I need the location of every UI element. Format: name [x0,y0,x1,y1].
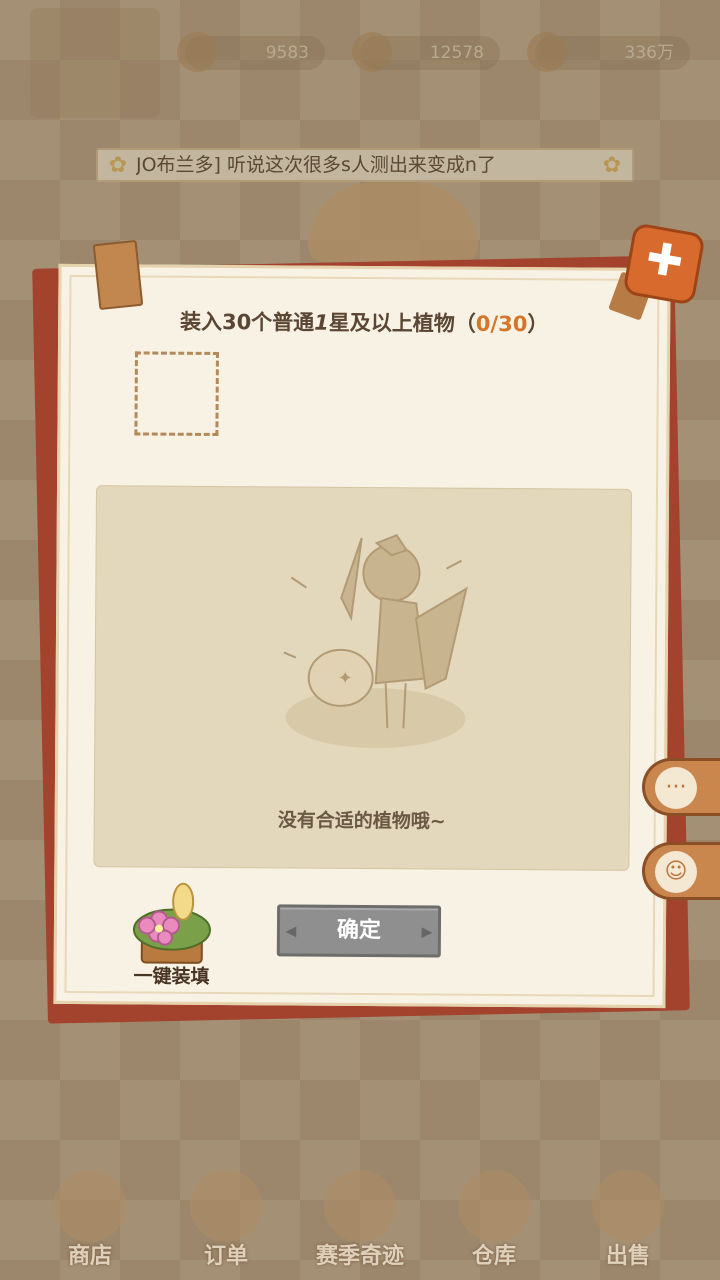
close-icon: ✚ [642,232,688,289]
zigzag-left-icon: ◀ [285,923,297,940]
seller-avatar-icon [592,1170,664,1242]
nav-warehouse[interactable]: 仓库 [434,1170,554,1270]
svg-text:✦: ✦ [338,668,353,689]
empty-message: 没有合适的植物哦~ [277,809,446,833]
bottom-nav: 商店 订单 赛季奇迹 仓库 出售 [0,1160,720,1280]
warehouse-icon [458,1170,530,1242]
chat-bubble-icon: ··· [655,767,697,809]
confirm-button[interactable]: ◀ 确定 ▶ [276,904,442,958]
chat-side-button[interactable]: ··· [642,758,720,816]
mascot-icon: ☺ [655,851,697,893]
empty-plant-slot[interactable] [134,351,219,436]
mascot-side-button[interactable]: ☺ [642,842,720,900]
lucky-cat-icon [54,1170,126,1242]
fill-plants-dialog: 装入30个普通1星及以上植物（0/30） ✦ 没有合适的植物哦~ 一键装填 ◀ … [53,263,671,1009]
nav-orders[interactable]: 订单 [166,1170,286,1270]
nav-shop[interactable]: 商店 [30,1170,150,1270]
empty-character-illustration: ✦ [283,534,468,749]
zigzag-right-icon: ▶ [421,924,433,941]
fill-count: 0/30 [475,311,528,337]
nav-season[interactable]: 赛季奇迹 [290,1170,430,1270]
season-burger-icon [324,1170,396,1242]
flower-basket-icon [132,882,211,964]
wood-tag-decoration [92,239,144,311]
dialog-title: 装入30个普通1星及以上植物（0/30） [179,309,549,337]
plant-list-panel: ✦ 没有合适的植物哦~ [93,485,633,871]
order-icon [190,1170,262,1242]
nav-sell[interactable]: 出售 [568,1170,688,1270]
auto-fill-button[interactable]: 一键装填 [117,879,228,990]
close-button[interactable]: ✚ [622,222,706,306]
